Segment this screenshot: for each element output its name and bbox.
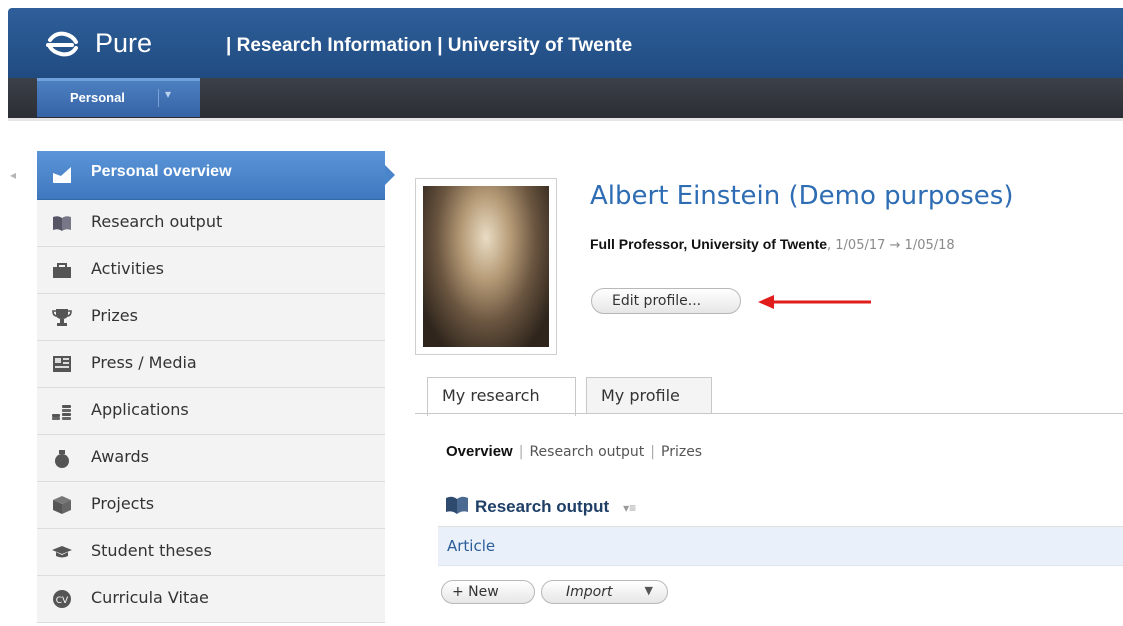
list-item-article[interactable]: Article xyxy=(438,527,1123,566)
tab-personal-label: Personal xyxy=(70,90,125,105)
subnav-separator: | xyxy=(518,444,524,460)
coins-icon xyxy=(52,405,71,420)
profile-photo-frame xyxy=(415,178,557,355)
briefcase-icon xyxy=(53,263,71,278)
tab-separator xyxy=(158,89,159,107)
research-output-title: Research output xyxy=(475,497,610,516)
collapse-sidebar-icon[interactable]: ◂ xyxy=(10,168,16,182)
edit-profile-button[interactable]: Edit profile... xyxy=(591,288,741,314)
profile-name: Albert Einstein (Demo purposes) xyxy=(590,181,1014,211)
sidebar: Personal overview Research output Activi… xyxy=(37,151,395,623)
chevron-down-icon[interactable]: ▾ xyxy=(165,87,171,101)
cv-icon: CV xyxy=(53,590,71,608)
active-pointer xyxy=(385,165,395,185)
sidebar-item-activities[interactable]: Activities xyxy=(37,247,385,294)
chevron-down-icon: ▼ xyxy=(644,584,653,597)
import-label: Import xyxy=(566,584,613,600)
app-header: Pure | Research Information | University… xyxy=(8,8,1123,78)
profile-role: Full Professor, University of Twente xyxy=(590,236,828,252)
research-output-heading: Research output ▾≡ xyxy=(445,495,636,517)
profile-dates: , 1/05/17 → 1/05/18 xyxy=(827,238,955,253)
article-label[interactable]: Article xyxy=(447,537,495,555)
tab-personal[interactable]: Personal ▾ xyxy=(37,78,200,117)
sidebar-item-label: Applications xyxy=(91,400,189,419)
book-icon xyxy=(53,216,71,231)
new-button[interactable]: + New xyxy=(441,580,535,604)
tab-my-research[interactable]: My research xyxy=(427,377,576,416)
logo-text[interactable]: Pure xyxy=(95,28,152,59)
app-title: | Research Information | University of T… xyxy=(226,35,633,56)
sidebar-item-label: Personal overview xyxy=(91,163,232,180)
sidebar-item-projects[interactable]: Projects xyxy=(37,482,385,529)
sidebar-item-applications[interactable]: Applications xyxy=(37,388,385,435)
sidebar-item-label: Activities xyxy=(91,259,164,278)
top-nav-bar: Personal ▾ xyxy=(8,78,1123,118)
sidebar-item-student-theses[interactable]: Student theses xyxy=(37,529,385,576)
research-subnav: Overview | Research output | Prizes xyxy=(446,443,702,460)
profile-photo xyxy=(423,186,549,347)
list-menu-icon[interactable]: ▾≡ xyxy=(623,501,636,515)
graduation-cap-icon xyxy=(52,546,72,558)
sidebar-item-press-media[interactable]: Press / Media xyxy=(37,341,385,388)
sidebar-item-personal-overview[interactable]: Personal overview xyxy=(37,151,395,200)
newspaper-icon xyxy=(53,356,71,372)
sidebar-item-awards[interactable]: Awards xyxy=(37,435,385,482)
subnav-prizes[interactable]: Prizes xyxy=(661,444,702,460)
sidebar-item-label: Awards xyxy=(91,447,149,466)
tab-my-profile[interactable]: My profile xyxy=(586,377,712,413)
subnav-separator: | xyxy=(650,444,655,460)
sidebar-item-label: Student theses xyxy=(91,541,212,560)
book-icon xyxy=(446,496,468,514)
cube-icon xyxy=(53,496,71,514)
header-divider xyxy=(8,118,1123,121)
sidebar-item-label: Projects xyxy=(91,494,155,513)
sidebar-item-research-output[interactable]: Research output xyxy=(37,200,385,247)
subnav-research-output[interactable]: Research output xyxy=(529,444,644,460)
sidebar-item-label: Prizes xyxy=(91,306,138,325)
pure-logo-icon xyxy=(46,31,78,57)
personal-overview-icon xyxy=(53,167,71,183)
subnav-overview[interactable]: Overview xyxy=(446,443,513,460)
profile-affiliation: Full Professor, University of Twente, 1/… xyxy=(590,236,955,253)
svg-text:CV: CV xyxy=(56,596,69,606)
red-arrow-icon xyxy=(758,295,871,309)
sidebar-item-prizes[interactable]: Prizes xyxy=(37,294,385,341)
sidebar-item-label: Press / Media xyxy=(91,353,197,372)
money-bag-icon xyxy=(55,450,69,468)
sidebar-item-label: Curricula Vitae xyxy=(91,588,209,607)
trophy-icon xyxy=(52,309,72,326)
import-button[interactable]: Import ▼ xyxy=(541,580,668,604)
tab-divider xyxy=(415,413,1123,414)
sidebar-item-curricula-vitae[interactable]: CV Curricula Vitae xyxy=(37,576,385,623)
sidebar-item-label: Research output xyxy=(91,212,223,231)
